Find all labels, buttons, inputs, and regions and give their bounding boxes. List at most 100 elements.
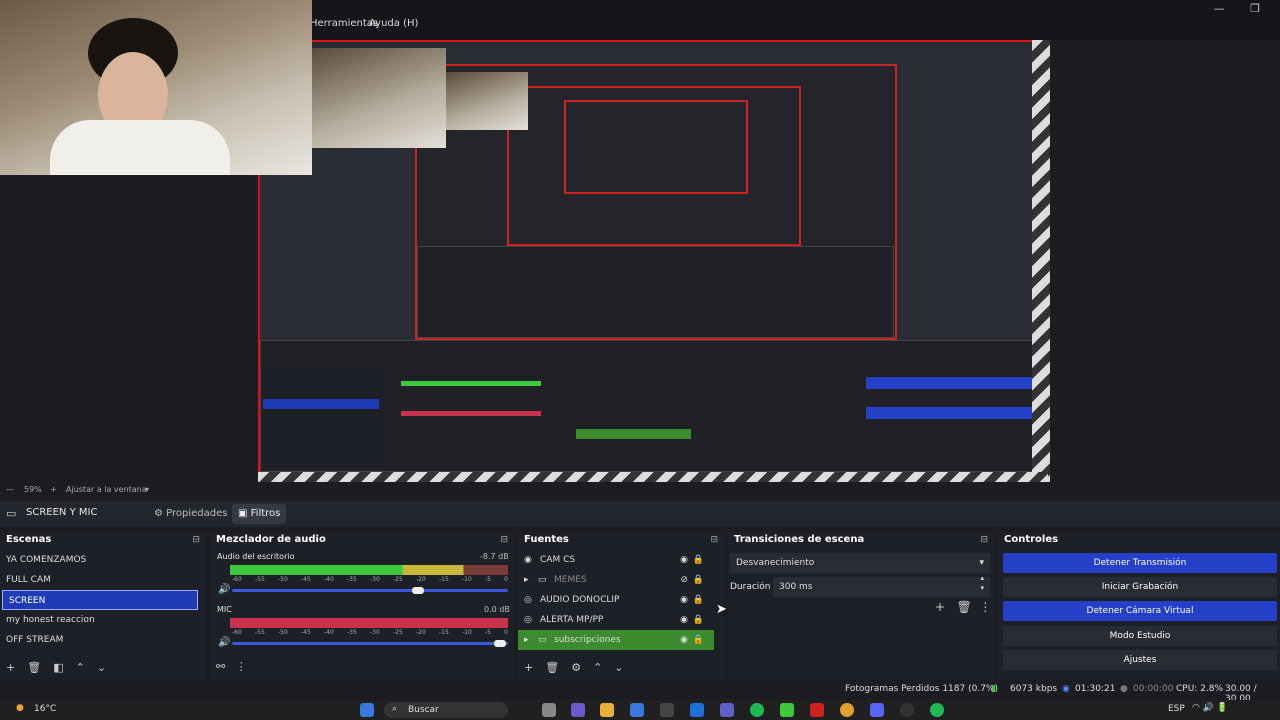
- speaker-icon[interactable]: 🔊: [218, 584, 230, 595]
- source-item-selected[interactable]: ▸ ▭ subscripciones ◉ 🔒: [518, 630, 714, 650]
- volume-slider-handle[interactable]: [494, 640, 506, 647]
- spin-arrows-icon[interactable]: ▴ ▾: [980, 573, 984, 593]
- zoom-out-icon[interactable]: —: [6, 485, 14, 494]
- fit-window-dropdown[interactable]: Ajustar a la ventana: [66, 485, 147, 494]
- menu-ayuda[interactable]: Ayuda (H): [369, 18, 418, 29]
- source-item[interactable]: ▸ ▭ MEMES ⊘ 🔒: [518, 570, 714, 590]
- dock-float-icon[interactable]: ⊟: [192, 532, 200, 548]
- teams-icon[interactable]: [720, 703, 734, 717]
- menu-dots-icon[interactable]: ⋮: [236, 660, 247, 673]
- lock-icon[interactable]: 🔒: [693, 630, 704, 650]
- obs-icon[interactable]: [900, 703, 914, 717]
- cpu-usage: CPU: 2.8%: [1176, 684, 1224, 694]
- folder-icon[interactable]: [600, 703, 614, 717]
- chrome-icon[interactable]: [840, 703, 854, 717]
- eye-icon[interactable]: ◉: [680, 610, 688, 630]
- scene-item[interactable]: OFF STREAM: [0, 630, 206, 650]
- filter-icon[interactable]: ◧: [53, 661, 63, 674]
- stream-icon: ◉: [1062, 684, 1070, 694]
- properties-label: Propiedades: [166, 508, 228, 519]
- scene-item[interactable]: my honest reaccion: [0, 610, 206, 630]
- chevron-up-icon[interactable]: ⌃: [76, 661, 85, 674]
- link-icon[interactable]: ⚯: [216, 660, 225, 673]
- speaker-icon[interactable]: 🔊: [218, 637, 230, 648]
- source-item[interactable]: ◎ AUDIO DONOCLIP ◉ 🔒: [518, 590, 714, 610]
- windows-start-icon[interactable]: [360, 703, 374, 717]
- trash-icon[interactable]: 🗑: [545, 661, 559, 674]
- source-item[interactable]: ◉ CAM CS ◉ 🔒: [518, 550, 714, 570]
- chevron-up-icon[interactable]: ⌃: [593, 661, 602, 674]
- eye-icon[interactable]: ◉: [680, 550, 688, 570]
- discord-icon[interactable]: [870, 703, 884, 717]
- zoom-in-icon[interactable]: +: [50, 485, 57, 494]
- duration-input[interactable]: 300 ms ▴ ▾: [773, 574, 990, 597]
- stop-virtual-camera-button[interactable]: Detener Cámara Virtual: [1003, 601, 1277, 621]
- weather-temp[interactable]: 16°C: [34, 704, 56, 714]
- properties-button[interactable]: ⚙ Propiedades: [148, 504, 233, 524]
- lock-icon[interactable]: 🔒: [693, 590, 704, 610]
- scene-item-selected[interactable]: SCREEN: [2, 590, 198, 610]
- webcam-icon: ◉: [524, 555, 532, 565]
- vscode-icon[interactable]: [690, 703, 704, 717]
- volume-slider[interactable]: [232, 589, 508, 592]
- add-icon[interactable]: +: [524, 661, 533, 674]
- scene-bar: ▭ SCREEN Y MIC ⚙ Propiedades ▣ Filtros: [0, 501, 1280, 527]
- language-indicator[interactable]: ESP: [1168, 704, 1185, 714]
- eye-icon[interactable]: ◉: [680, 630, 688, 650]
- spotify-icon[interactable]: [930, 703, 944, 717]
- dock-float-icon[interactable]: ⊟: [500, 532, 508, 548]
- app-icon[interactable]: [810, 703, 824, 717]
- app-icon[interactable]: [542, 703, 556, 717]
- transition-select[interactable]: Desvanecimiento ▾: [730, 553, 990, 573]
- restore-icon[interactable]: ❐: [1250, 2, 1260, 15]
- gear-icon[interactable]: ⚙: [571, 661, 581, 674]
- minimize-icon[interactable]: —: [1214, 2, 1225, 15]
- stop-streaming-button[interactable]: Detener Transmisión: [1003, 553, 1277, 573]
- filters-button[interactable]: ▣ Filtros: [232, 504, 287, 524]
- menu-dots-icon[interactable]: ⋮: [979, 600, 991, 614]
- search-box[interactable]: ⌕ Buscar: [384, 702, 508, 718]
- scene-item[interactable]: FULL CAM: [0, 570, 206, 590]
- chevron-down-icon[interactable]: ⌄: [97, 661, 106, 674]
- eye-off-icon[interactable]: ⊘: [680, 570, 688, 590]
- spotify-icon[interactable]: [750, 703, 764, 717]
- chevron-right-icon[interactable]: ▸: [524, 630, 529, 650]
- lock-icon[interactable]: 🔒: [693, 550, 704, 570]
- xbox-icon[interactable]: [780, 703, 794, 717]
- shirt: [50, 120, 230, 175]
- channel-name: MIC: [217, 605, 232, 614]
- trash-icon[interactable]: 🗑: [27, 661, 41, 674]
- record-icon: ●: [1120, 684, 1128, 694]
- lock-icon[interactable]: 🔒: [693, 570, 704, 590]
- start-recording-button[interactable]: Iniciar Grabación: [1003, 577, 1277, 597]
- app-icon[interactable]: [571, 703, 585, 717]
- store-icon[interactable]: [630, 703, 644, 717]
- add-icon[interactable]: +: [935, 600, 945, 614]
- trash-icon[interactable]: 🗑: [957, 600, 972, 614]
- sources-toolbar: + 🗑 ⚙ ⌃ ⌄: [524, 661, 636, 674]
- app-icon[interactable]: [660, 703, 674, 717]
- volume-slider-handle[interactable]: [412, 587, 424, 594]
- stream-time: 01:30:21: [1075, 684, 1116, 694]
- chevron-right-icon[interactable]: ▸: [524, 570, 529, 590]
- channel-db: -8.7 dB: [480, 552, 509, 561]
- wifi-icon[interactable]: ◠ 🔊 🔋: [1192, 703, 1228, 713]
- source-item[interactable]: ◎ ALERTA MP/PP ◉ 🔒: [518, 610, 714, 630]
- folder-icon: ▭: [538, 575, 547, 585]
- chevron-down-icon[interactable]: ⌄: [614, 661, 623, 674]
- studio-mode-button[interactable]: Modo Estudio: [1003, 626, 1277, 646]
- lock-icon[interactable]: 🔒: [693, 610, 704, 630]
- menu-herramientas[interactable]: Herramientas: [310, 18, 378, 29]
- volume-slider[interactable]: [232, 642, 508, 645]
- chevron-down-icon[interactable]: ▾: [145, 485, 149, 494]
- scene-item[interactable]: YA COMENZAMOS: [0, 550, 206, 570]
- mixer-title: Mezclador de audio: [216, 534, 326, 545]
- dock-float-icon[interactable]: ⊟: [710, 532, 718, 548]
- eye-icon[interactable]: ◉: [680, 590, 688, 610]
- scene-icon: ▭: [6, 507, 17, 520]
- settings-button[interactable]: Ajustes: [1003, 650, 1277, 670]
- add-icon[interactable]: +: [6, 661, 15, 674]
- webcam-echo-2: [446, 72, 528, 130]
- dock-float-icon[interactable]: ⊟: [980, 532, 988, 548]
- sources-header: Fuentes ⊟: [518, 532, 724, 548]
